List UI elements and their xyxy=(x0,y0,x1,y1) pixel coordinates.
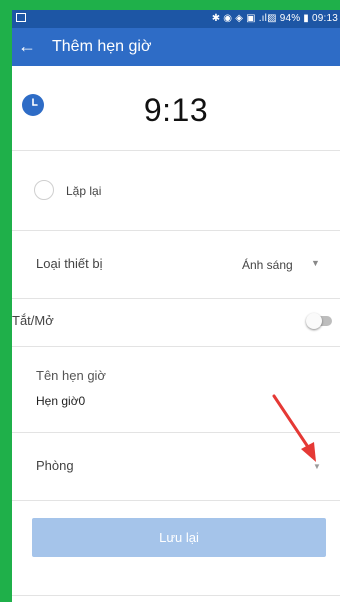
dropdown-caret-icon: ▼ xyxy=(311,258,320,268)
image-notification-icon xyxy=(16,13,26,22)
power-toggle[interactable] xyxy=(306,313,334,329)
timer-name-input[interactable] xyxy=(36,394,236,408)
arrow-back-icon[interactable]: ← xyxy=(18,35,36,57)
room-label: Phòng xyxy=(36,458,74,473)
page-title: Thêm hẹn giờ xyxy=(52,38,152,55)
repeat-label: Lặp lại xyxy=(66,184,102,198)
device-type-label: Loại thiết bị xyxy=(36,256,103,271)
repeat-row: Lặp lại xyxy=(12,150,340,231)
status-bar: ✱ ◉ ◈ ▣ .ıl▨ 94% ▮ 09:13 xyxy=(12,10,340,28)
time-display[interactable]: 9:13 xyxy=(12,92,340,129)
save-button[interactable]: Lưu lại xyxy=(32,518,326,557)
repeat-radio[interactable] xyxy=(34,180,54,200)
device-type-dropdown[interactable]: Loại thiết bị Ánh sáng ▼ xyxy=(12,230,340,299)
toggle-thumb xyxy=(306,313,322,329)
divider xyxy=(12,595,340,596)
power-label: Tắt/Mở xyxy=(12,313,54,328)
timer-name-label: Tên hẹn giờ xyxy=(36,368,106,383)
power-row: Tắt/Mở xyxy=(12,298,340,347)
red-annotation-arrow-icon xyxy=(272,394,316,462)
phone-screen: ✱ ◉ ◈ ▣ .ıl▨ 94% ▮ 09:13 ← Thêm hẹn giờ … xyxy=(12,10,340,602)
status-icons: ✱ ◉ ◈ ▣ .ıl▨ 94% ▮ 09:13 xyxy=(211,13,338,24)
app-bar: ← Thêm hẹn giờ xyxy=(12,28,340,66)
time-row: 9:13 xyxy=(12,66,340,151)
device-type-value: Ánh sáng xyxy=(242,258,293,272)
